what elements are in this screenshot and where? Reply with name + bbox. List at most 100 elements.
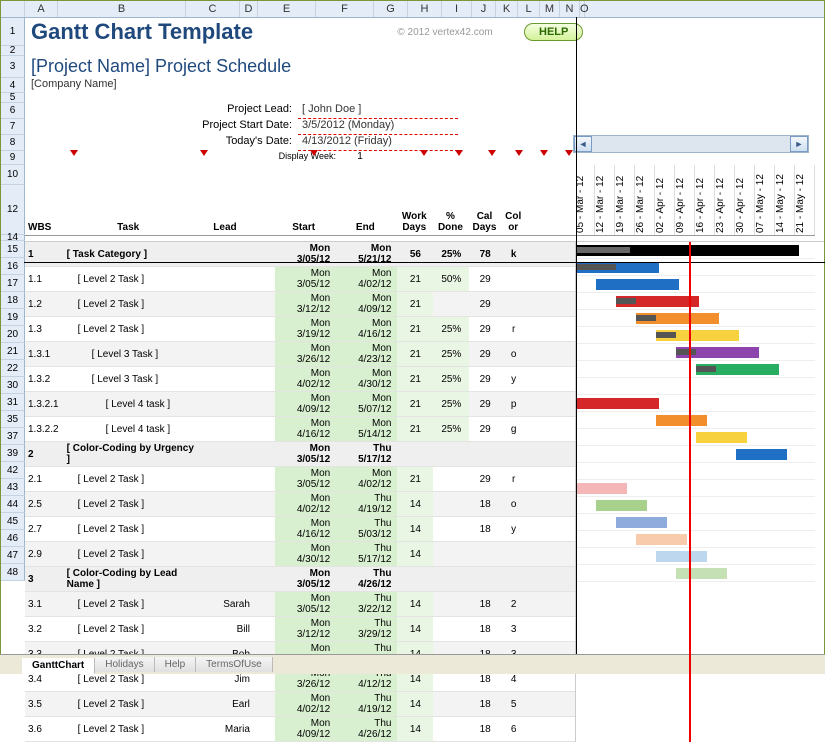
sheet-tab-holidays[interactable]: Holidays bbox=[95, 657, 154, 672]
row-5[interactable]: 5 bbox=[1, 93, 25, 103]
lead-cell bbox=[199, 517, 256, 542]
row-9[interactable]: 9 bbox=[1, 151, 25, 165]
col-N[interactable]: N bbox=[560, 1, 580, 17]
row-19[interactable]: 19 bbox=[1, 309, 25, 326]
task-row[interactable]: 3.1[ Level 2 Task ]SarahMon 3/05/12Thu 3… bbox=[25, 592, 575, 617]
row-48[interactable]: 48 bbox=[1, 564, 25, 581]
col-C[interactable]: C bbox=[186, 1, 240, 17]
gantt-row bbox=[576, 378, 815, 395]
task-cell: [ Level 2 Task ] bbox=[64, 492, 199, 517]
row-30[interactable]: 30 bbox=[1, 377, 25, 394]
col-G[interactable]: G bbox=[374, 1, 408, 17]
lead-cell bbox=[199, 392, 256, 417]
sheet-tab-ganttchart[interactable]: GanttChart bbox=[22, 658, 95, 674]
cal-cell: 29 bbox=[469, 267, 501, 292]
col-B[interactable]: B bbox=[58, 1, 186, 17]
end-cell: Mon 4/02/12 bbox=[336, 267, 397, 292]
display-week-label: Display Week: bbox=[240, 151, 340, 165]
task-row[interactable]: 1.3.2[ Level 3 Task ]Mon 4/02/12Mon 4/30… bbox=[25, 367, 575, 392]
end-cell: Thu 4/26/12 bbox=[336, 567, 397, 592]
task-row[interactable]: 2.5[ Level 2 Task ]Mon 4/02/12Thu 4/19/1… bbox=[25, 492, 575, 517]
gantt-row bbox=[576, 327, 815, 344]
row-1[interactable]: 1 bbox=[1, 18, 25, 46]
task-row[interactable]: 3[ Color-Coding by Lead Name ]Mon 3/05/1… bbox=[25, 567, 575, 592]
row-15[interactable]: 15 bbox=[1, 241, 25, 258]
row-42[interactable]: 42 bbox=[1, 462, 25, 479]
col-I[interactable]: I bbox=[442, 1, 472, 17]
gantt-bar bbox=[736, 449, 787, 460]
row-31[interactable]: 31 bbox=[1, 394, 25, 411]
row-47[interactable]: 47 bbox=[1, 547, 25, 564]
task-row[interactable]: 2.9[ Level 2 Task ]Mon 4/30/12Thu 5/17/1… bbox=[25, 542, 575, 567]
week-header-9: 07 - May - 12 bbox=[755, 165, 775, 235]
row-12[interactable]: 12 bbox=[1, 185, 25, 235]
task-cell: [ Level 4 task ] bbox=[64, 417, 199, 442]
row-21[interactable]: 21 bbox=[1, 343, 25, 360]
task-row[interactable]: 1.3.1[ Level 3 Task ]Mon 3/26/12Mon 4/23… bbox=[25, 342, 575, 367]
pct-cell bbox=[433, 442, 469, 467]
row-17[interactable]: 17 bbox=[1, 275, 25, 292]
row-7[interactable]: 7 bbox=[1, 119, 25, 135]
task-row[interactable]: 2.7[ Level 2 Task ]Mon 4/16/12Thu 5/03/1… bbox=[25, 517, 575, 542]
task-row[interactable]: 3.5[ Level 2 Task ]EarlMon 4/02/12Thu 4/… bbox=[25, 692, 575, 717]
row-20[interactable]: 20 bbox=[1, 326, 25, 343]
row-4[interactable]: 4 bbox=[1, 78, 25, 93]
col-H[interactable]: H bbox=[408, 1, 442, 17]
col-F[interactable]: F bbox=[316, 1, 374, 17]
task-row[interactable]: 2.1[ Level 2 Task ]Mon 3/05/12Mon 4/02/1… bbox=[25, 467, 575, 492]
row-35[interactable]: 35 bbox=[1, 411, 25, 428]
lead-cell bbox=[199, 442, 256, 467]
row-46[interactable]: 46 bbox=[1, 530, 25, 547]
task-row[interactable]: 1.3[ Level 2 Task ]Mon 3/19/12Mon 4/16/1… bbox=[25, 317, 575, 342]
work-cell: 14 bbox=[397, 717, 433, 742]
pct-cell: 25% bbox=[433, 392, 469, 417]
task-row[interactable]: 1.2[ Level 2 Task ]Mon 3/12/12Mon 4/09/1… bbox=[25, 292, 575, 317]
row-39[interactable]: 39 bbox=[1, 445, 25, 462]
task-row[interactable]: 1.3.2.1[ Level 4 task ]Mon 4/09/12Mon 5/… bbox=[25, 392, 575, 417]
pct-cell bbox=[433, 467, 469, 492]
col-L[interactable]: L bbox=[518, 1, 540, 17]
row-2[interactable]: 2 bbox=[1, 46, 25, 56]
col-E[interactable]: E bbox=[258, 1, 316, 17]
col-A[interactable]: A bbox=[25, 1, 58, 17]
header-work-days: Work Days bbox=[396, 165, 432, 236]
row-6[interactable]: 6 bbox=[1, 103, 25, 119]
task-row[interactable]: 1.1[ Level 2 Task ]Mon 3/05/12Mon 4/02/1… bbox=[25, 267, 575, 292]
col-M[interactable]: M bbox=[540, 1, 560, 17]
row-18[interactable]: 18 bbox=[1, 292, 25, 309]
row-22[interactable]: 22 bbox=[1, 360, 25, 377]
row-16[interactable]: 16 bbox=[1, 258, 25, 275]
sheet-tab-termsofuse[interactable]: TermsOfUse bbox=[196, 657, 273, 672]
lead-value[interactable]: [ John Doe ] bbox=[298, 103, 458, 119]
scroll-right-button[interactable]: ► bbox=[790, 136, 808, 152]
lead-cell: Maria bbox=[199, 717, 256, 742]
col-D[interactable]: D bbox=[240, 1, 258, 17]
work-cell: 14 bbox=[397, 692, 433, 717]
gantt-bar bbox=[616, 298, 636, 304]
row-3[interactable]: 3 bbox=[1, 56, 25, 78]
col-K[interactable]: K bbox=[496, 1, 518, 17]
row-44[interactable]: 44 bbox=[1, 496, 25, 513]
row-37[interactable]: 37 bbox=[1, 428, 25, 445]
row-43[interactable]: 43 bbox=[1, 479, 25, 496]
task-row[interactable]: 3.6[ Level 2 Task ]MariaMon 4/09/12Thu 4… bbox=[25, 717, 575, 742]
help-button[interactable]: HELP bbox=[524, 23, 583, 41]
task-row[interactable]: 1.3.2.2[ Level 4 task ]Mon 4/16/12Mon 5/… bbox=[25, 417, 575, 442]
lead-cell: Bill bbox=[199, 617, 256, 642]
task-row[interactable]: 3.2[ Level 2 Task ]BillMon 3/12/12Thu 3/… bbox=[25, 617, 575, 642]
col-O[interactable]: O bbox=[580, 1, 585, 17]
task-row[interactable]: 2[ Color-Coding by Urgency ]Mon 3/05/12T… bbox=[25, 442, 575, 467]
row-45[interactable]: 45 bbox=[1, 513, 25, 530]
sheet-tab-help[interactable]: Help bbox=[155, 657, 197, 672]
display-week-value[interactable]: 1 bbox=[340, 151, 380, 165]
col-J[interactable]: J bbox=[472, 1, 496, 17]
start-date-value[interactable]: 3/5/2012 (Monday) bbox=[298, 119, 458, 135]
row-8[interactable]: 8 bbox=[1, 135, 25, 151]
gantt-row bbox=[576, 361, 815, 378]
today-value[interactable]: 4/13/2012 (Friday) bbox=[298, 135, 458, 151]
week-header-4: 02 - Apr - 12 bbox=[655, 165, 675, 235]
lead-cell: Earl bbox=[199, 692, 256, 717]
cal-cell: 29 bbox=[469, 467, 501, 492]
row-10[interactable]: 10 bbox=[1, 165, 25, 185]
gantt-row bbox=[576, 276, 815, 293]
